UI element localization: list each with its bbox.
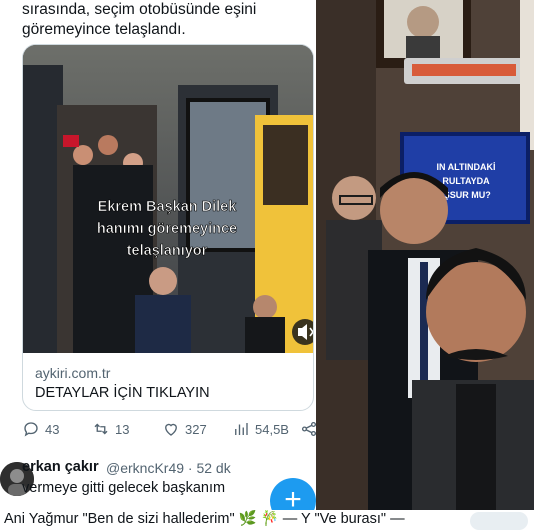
video-caption-line-1: Ekrem Başkan Dilek <box>98 199 238 215</box>
card-title[interactable]: DETAYLAR İÇİN TIKLAYIN <box>35 385 210 401</box>
reply-author-name[interactable]: erkan çakır <box>22 459 99 475</box>
tv-text-line-2: RULTAYDA <box>442 176 490 186</box>
compose-button[interactable]: + <box>270 478 316 510</box>
tweet-text-line-2: göremeyince telaşlandı. <box>22 21 186 38</box>
views-action[interactable]: 54,5B <box>232 420 289 438</box>
photo-scene: IN ALTINDAKİ RULTAYDA IŞSUR MU? <box>316 0 534 510</box>
tv-text-line-1: IN ALTINDAKİ <box>437 162 496 172</box>
video-caption-line-3: telaşlanıyor <box>127 243 208 259</box>
like-count: 327 <box>185 421 207 437</box>
video-thumbnail[interactable]: Ekrem Başkan Dilek hanımı göremeyince te… <box>23 45 313 353</box>
tweet-text-line-1: sırasında, seçim otobüsünde eşini <box>22 1 257 18</box>
reply-author-handle: @erkncKr49 · 52 dk <box>106 460 231 476</box>
card-domain: aykiri.com.tr <box>35 365 111 381</box>
reply-text: vermeye gitti gelecek başkanım <box>22 480 226 496</box>
video-caption-line-2: hanımı göremeyince <box>97 221 237 237</box>
tweet-text: sırasında, seçim otobüsünde eşini göreme… <box>22 0 312 40</box>
bottom-pill[interactable] <box>470 512 528 530</box>
selfie-photo: IN ALTINDAKİ RULTAYDA IŞSUR MU? <box>316 0 534 510</box>
link-card[interactable]: Ekrem Başkan Dilek hanımı göremeyince te… <box>22 44 314 411</box>
views-icon <box>235 423 248 435</box>
video-scene: Ekrem Başkan Dilek hanımı göremeyince te… <box>23 45 313 353</box>
heart-icon <box>165 423 177 436</box>
views-count: 54,5B <box>255 421 289 437</box>
reply-count: 43 <box>45 421 60 437</box>
retweet-count: 13 <box>115 421 130 437</box>
bottom-tweet-text: Ani Yağmur "Ben de sizi hallederim" 🌿 🎋 … <box>4 511 405 527</box>
tweet-column: sırasında, seçim otobüsünde eşini göreme… <box>0 0 316 510</box>
tweet-actions: 43 13 327 54,5B <box>22 420 316 442</box>
share-action[interactable] <box>300 420 316 438</box>
like-action[interactable]: 327 <box>162 420 207 438</box>
tv-text-line-3: IŞSUR MU? <box>441 190 491 200</box>
reply-icon <box>24 422 38 437</box>
retweet-icon <box>94 423 108 435</box>
share-icon <box>301 421 316 437</box>
retweet-action[interactable]: 13 <box>92 420 129 438</box>
reply-action[interactable]: 43 <box>22 420 59 438</box>
